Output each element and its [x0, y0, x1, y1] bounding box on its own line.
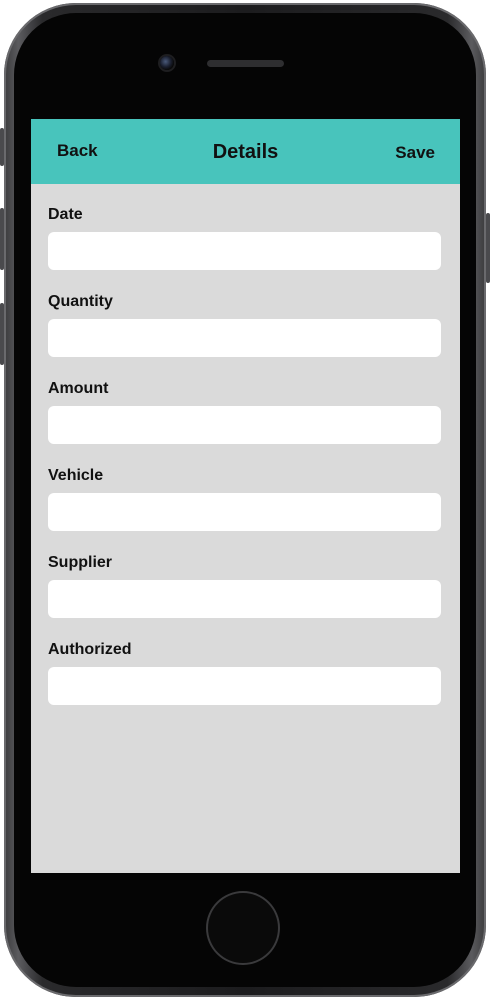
authorized-input[interactable] [48, 667, 441, 705]
amount-input[interactable] [48, 406, 441, 444]
volume-up-button [0, 208, 4, 270]
quantity-input[interactable] [48, 319, 441, 357]
authorized-label: Authorized [48, 641, 132, 658]
navigation-bar: Back Details Save [31, 119, 460, 184]
amount-field-group: Amount [48, 379, 441, 466]
supplier-input[interactable] [48, 580, 441, 618]
details-form: Date Quantity Amount Vehicle Supplier Au… [48, 205, 441, 727]
date-field-group: Date [48, 205, 441, 292]
camera-icon [160, 56, 174, 70]
date-label: Date [48, 206, 83, 223]
volume-down-button [0, 303, 4, 365]
quantity-label: Quantity [48, 293, 113, 310]
vehicle-label: Vehicle [48, 467, 104, 484]
app-screen: Back Details Save Date Quantity Amount V… [31, 119, 460, 873]
save-button[interactable]: Save [395, 143, 435, 163]
home-button-icon[interactable] [208, 893, 278, 963]
vehicle-input[interactable] [48, 493, 441, 531]
supplier-label: Supplier [48, 554, 113, 571]
silent-switch [0, 128, 4, 166]
amount-label: Amount [48, 380, 109, 397]
quantity-field-group: Quantity [48, 292, 441, 379]
vehicle-field-group: Vehicle [48, 466, 441, 553]
speaker-icon [207, 60, 284, 67]
supplier-field-group: Supplier [48, 553, 441, 640]
date-input[interactable] [48, 232, 441, 270]
power-button [486, 213, 490, 283]
authorized-field-group: Authorized [48, 640, 441, 727]
